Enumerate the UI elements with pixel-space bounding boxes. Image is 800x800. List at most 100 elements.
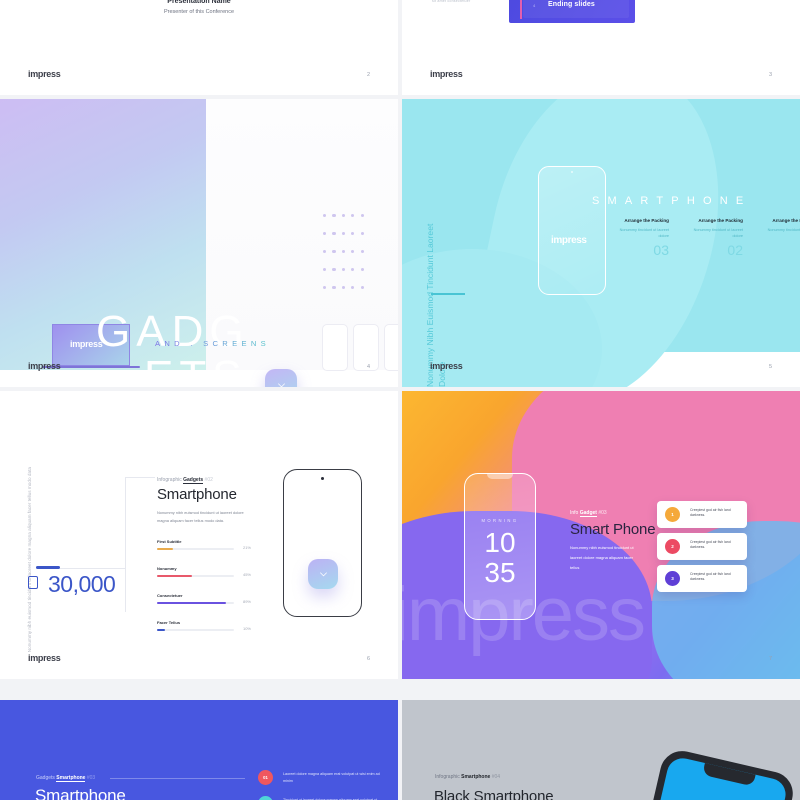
bar-value: 21% [242, 545, 251, 550]
eyebrow-strong: Gadget [579, 510, 597, 517]
gradient-heading: Smart Phone [570, 521, 656, 538]
column-title: Arrange the Packing [772, 218, 800, 223]
column-body: Nonummy tincidunt ut laoreet dolore [693, 228, 743, 238]
eyebrow-post: #04 [490, 774, 501, 780]
bar-label: Facer Tellus [157, 620, 181, 625]
bar-label: First Subtitle [157, 539, 182, 544]
card-number-badge: 1 [665, 507, 680, 522]
scroll-down-button[interactable] [308, 559, 338, 589]
chevron-down-icon [277, 382, 285, 387]
bar-row: First Subtitle 21% [157, 539, 251, 553]
bar-label: Consectetuer [157, 593, 183, 598]
slide-smartphone-teal[interactable]: impress SMARTPHONE Nonummy Nibh Euismod … [402, 99, 800, 387]
column-number: 03 [653, 242, 669, 259]
info-card[interactable]: 1 Creepiest god air fish land darkness. [657, 501, 747, 528]
slide-ending[interactable]: sit amet consectetuer 4 Ending slides im… [402, 0, 800, 95]
phone-outline [538, 166, 606, 295]
footer-brand: impress [430, 361, 463, 371]
chevron-down-icon [319, 571, 327, 576]
teal-column: Arrange the Packing Nonummy tincidunt ut… [683, 218, 743, 258]
footer-page-number: 4 [366, 364, 370, 370]
slide-black-smartphone[interactable]: Infographic Smartphone #04 Black Smartph… [402, 700, 800, 800]
connector-line-horizontal [60, 568, 126, 569]
footer-brand: impress [28, 69, 61, 79]
footer-page-number: 2 [366, 72, 370, 78]
card-number-badge: 2 [665, 539, 680, 554]
eyebrow-post: #02 [203, 477, 213, 483]
teal-column: Arrange the Packing Nonummy tincidunt ut… [609, 218, 669, 258]
phone-mockup: MORNING 10 35 [464, 473, 536, 620]
phone-mockup [283, 469, 362, 617]
eyebrow-pre: Infographic [435, 774, 462, 780]
teal-accent-line [431, 293, 465, 295]
eyebrow-post: #03 [596, 510, 607, 516]
infographic-heading: Smartphone [157, 486, 237, 503]
gradient-body: Nonummy nibh euismod tincidunt ut laoree… [570, 545, 634, 570]
stat-value: 30,000 [48, 571, 116, 597]
bar-track [157, 629, 234, 632]
connector-line-top [125, 477, 155, 478]
bar-label: Nonummy [157, 566, 177, 571]
info-card[interactable]: 3 Creepiest god air fish land darkness. [657, 565, 747, 592]
card-text: Creepiest god air fish land darkness. [690, 540, 731, 550]
eyebrow-pre: Gadgets [36, 775, 57, 781]
footer-brand: impress [430, 69, 463, 79]
slide-title-subtitle: Presenter of this Conference [163, 9, 235, 15]
eyebrow-strong: Gadgets [183, 477, 204, 484]
column-body: Nonummy tincidunt ut laoreet dolore [619, 228, 669, 238]
eyebrow-rule [110, 778, 245, 779]
infographic-body: Nonummy nibh euismod tincidunt ut laoree… [157, 510, 244, 523]
gadgets-tagline: AND . SCREENS [155, 339, 270, 348]
list-number-badge: 01 [258, 770, 273, 785]
ending-box-number: 4 [533, 3, 536, 8]
phone-camera-dot-icon [571, 171, 573, 173]
eyebrow-pre: Info [570, 510, 580, 516]
blue-eyebrow: Gadgets Smartphone #03 [36, 775, 95, 782]
grey-heading: Black Smartphone [434, 788, 554, 800]
slide-grid: Presentation Name Presenter of this Conf… [0, 0, 800, 800]
teal-heading: SMARTPHONE [592, 195, 752, 207]
phone-clock-hours: 10 [484, 527, 516, 558]
phone-clock: 10 35 [465, 528, 535, 588]
footer-brand: impress [28, 361, 61, 371]
phone-camera-icon [321, 477, 324, 480]
slide-gadgets[interactable]: impress GADG ETS AND . SCREENS impress 4 [0, 99, 398, 387]
bar-row: Facer Tellus 10% [157, 620, 251, 634]
infographic-eyebrow: Infographic Gadgets #02 [157, 477, 213, 484]
slide-title[interactable]: Presentation Name Presenter of this Conf… [0, 0, 398, 95]
gradient-eyebrow: Info Gadget #03 [570, 510, 607, 517]
connector-line-vertical [125, 477, 126, 612]
bar-row: Nonummy 45% [157, 566, 251, 580]
teal-columns: Arrange the Packing Nonummy tincidunt ut… [609, 218, 800, 258]
phone-card [322, 324, 348, 371]
slide-smart-phone-gradient[interactable]: impress MORNING 10 35 Info Gadget #03 Sm… [402, 391, 800, 679]
teal-column: Arrange the Packing Nonummy tincidunt ut… [757, 218, 800, 258]
footer-page-number: 7 [768, 656, 772, 662]
info-card-list: 1 Creepiest god air fish land darkness. … [657, 501, 747, 597]
phone-card [384, 324, 398, 371]
ending-slides-box[interactable]: 4 Ending slides [509, 0, 635, 23]
slide-infographic-gadgets[interactable]: Nonummy nibh euismod tincidunt ut laoree… [0, 391, 398, 679]
scroll-down-button[interactable] [265, 369, 297, 387]
stat-accent-bar [36, 566, 60, 569]
blue-background [0, 700, 398, 800]
card-number-badge: 3 [665, 571, 680, 586]
phone-clock-minutes: 35 [484, 557, 516, 588]
column-number: 01 [757, 242, 800, 258]
footer-page-number: 5 [768, 364, 772, 370]
bar-value: 10% [242, 626, 251, 631]
blue-heading: Smartphone [35, 786, 126, 800]
slide-title-heading: Presentation Name [167, 0, 231, 5]
phone-brand-label: impress [551, 235, 587, 246]
ending-box-label: Ending slides [548, 1, 595, 8]
slide-smartphone-blue[interactable]: Gadgets Smartphone #03 Smartphone 01 Lao… [0, 700, 398, 800]
phone-card-row [322, 324, 398, 371]
eyebrow-strong: Smartphone [56, 775, 86, 782]
info-card[interactable]: 2 Creepiest god air fish land darkness. [657, 533, 747, 560]
bar-track [157, 548, 234, 551]
card-text: Creepiest god air fish land darkness. [690, 572, 731, 582]
footer-page-number: 3 [768, 72, 772, 78]
mobile-phone-icon [28, 576, 38, 589]
gadgets-word-bottom: ETS [144, 352, 248, 387]
column-number: 02 [727, 242, 743, 259]
